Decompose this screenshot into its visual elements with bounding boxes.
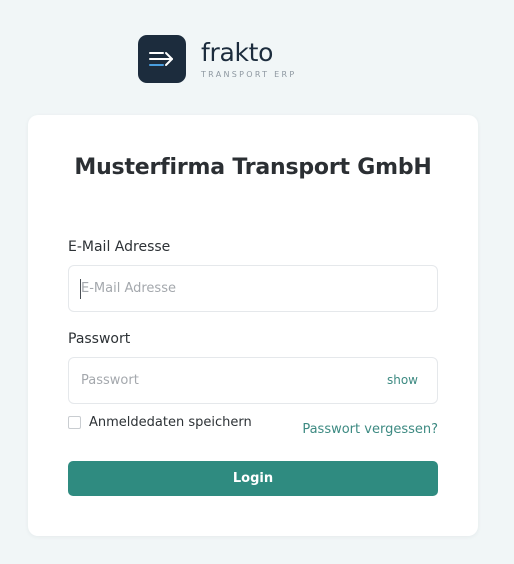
- remember-checkbox[interactable]: [68, 416, 81, 429]
- remember-label: Anmeldedaten speichern: [89, 415, 252, 430]
- email-field[interactable]: [69, 266, 437, 311]
- password-field-wrapper: show: [68, 357, 438, 404]
- brand: frakto TRANSPORT ERP: [138, 35, 297, 83]
- email-label: E-Mail Adresse: [68, 239, 171, 255]
- password-label: Passwort: [68, 331, 131, 347]
- forgot-password-link[interactable]: Passwort vergessen?: [302, 422, 438, 437]
- brand-subtitle: TRANSPORT ERP: [201, 69, 297, 79]
- logo: [138, 35, 186, 83]
- arrow-lines-icon: [149, 52, 173, 66]
- login-button[interactable]: Login: [68, 461, 438, 496]
- text-caret: [80, 279, 81, 299]
- login-card: Musterfirma Transport GmbH E-Mail Adress…: [28, 115, 478, 536]
- company-title: Musterfirma Transport GmbH: [74, 155, 432, 180]
- password-field[interactable]: [69, 358, 437, 403]
- remember-me[interactable]: Anmeldedaten speichern: [68, 415, 252, 430]
- show-password-toggle[interactable]: show: [387, 373, 418, 387]
- brand-name: frakto: [201, 37, 274, 67]
- email-field-wrapper: [68, 265, 438, 312]
- brand-text: frakto TRANSPORT ERP: [201, 37, 297, 80]
